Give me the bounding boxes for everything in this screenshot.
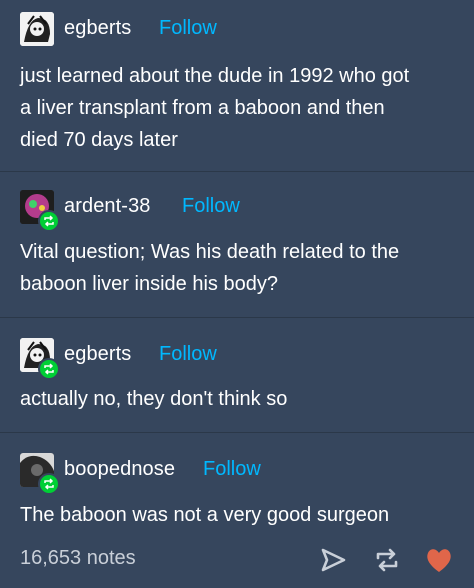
username[interactable]: egberts bbox=[64, 343, 131, 366]
post-4-header: boopednose Follow bbox=[20, 453, 460, 495]
reblog-badge-icon bbox=[38, 210, 60, 232]
post-3-header: egberts Follow bbox=[20, 338, 460, 380]
post-1-header: egberts Follow bbox=[20, 12, 460, 48]
post-footer: 16,653 notes bbox=[0, 535, 474, 583]
post-1: egberts Follow just learned about the du… bbox=[0, 0, 474, 172]
text-line: baboon liver inside his body? bbox=[20, 273, 278, 295]
follow-button[interactable]: Follow bbox=[182, 195, 240, 218]
post-text: Vital question; Was his death related to… bbox=[20, 236, 460, 300]
follow-button[interactable]: Follow bbox=[159, 17, 217, 40]
text-line: died 70 days later bbox=[20, 129, 178, 151]
reblog-icon[interactable] bbox=[372, 545, 402, 575]
username[interactable]: ardent-38 bbox=[64, 195, 151, 218]
post-2: ardent-38 Follow Vital question; Was his… bbox=[0, 172, 474, 318]
like-heart-icon[interactable] bbox=[424, 545, 454, 575]
post-4: boopednose Follow The baboon was not a v… bbox=[0, 433, 474, 535]
text-line: The baboon was not a very good surgeon bbox=[20, 504, 390, 526]
post-text: just learned about the dude in 1992 who … bbox=[20, 60, 460, 156]
share-icon[interactable] bbox=[318, 545, 348, 575]
post-text: actually no, they don't think so bbox=[20, 383, 460, 415]
text-line: actually no, they don't think so bbox=[20, 388, 288, 410]
text-line: Vital question; Was his death related to… bbox=[20, 241, 400, 263]
avatar-egberts[interactable] bbox=[20, 12, 54, 46]
text-line: just learned about the dude in 1992 who … bbox=[20, 65, 410, 87]
username[interactable]: boopednose bbox=[64, 458, 175, 481]
follow-button[interactable]: Follow bbox=[159, 343, 217, 366]
post-2-header: ardent-38 Follow bbox=[20, 190, 460, 232]
notes-count[interactable]: 16,653 notes bbox=[20, 547, 136, 570]
follow-button[interactable]: Follow bbox=[203, 458, 261, 481]
post-3: egberts Follow actually no, they don't t… bbox=[0, 318, 474, 433]
username[interactable]: egberts bbox=[64, 17, 131, 40]
post-text: The baboon was not a very good surgeon bbox=[20, 499, 460, 531]
reblog-badge-icon bbox=[38, 358, 60, 380]
reblog-badge-icon bbox=[38, 473, 60, 495]
text-line: a liver transplant from a baboon and the… bbox=[20, 97, 385, 119]
